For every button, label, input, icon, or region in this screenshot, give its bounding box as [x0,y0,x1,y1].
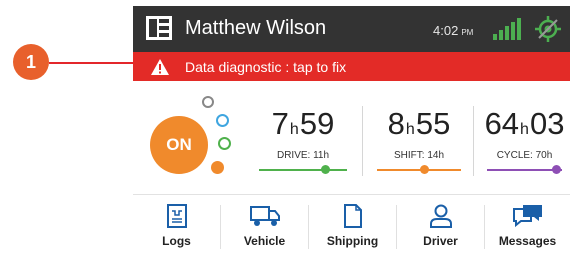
nav-messages[interactable]: Messages [485,195,570,259]
status-dot-off [202,96,214,108]
alert-text: Data diagnostic : tap to fix [185,58,347,75]
gps-location-icon[interactable] [533,14,563,44]
clock-ampm: PM [461,28,474,37]
shift-timer[interactable]: 8h55 SHIFT: 14h [369,106,469,176]
status-bar: Matthew Wilson 4:02 PM [133,6,570,52]
duty-status-button[interactable]: ON [150,116,208,174]
shift-limit-label: SHIFT: 14h [393,150,445,161]
callout-number: 1 [25,51,36,72]
diagnostic-alert-bar[interactable]: Data diagnostic : tap to fix [133,52,570,81]
nav-shipping-label: Shipping [326,234,379,248]
drive-progress-knob [321,165,331,174]
callout-pointer-line [49,62,133,64]
shift-progress-knob [420,165,430,174]
duty-status-label: ON [166,135,192,154]
logs-icon [166,204,187,228]
truck-icon [249,206,280,226]
status-dot-driving [218,137,231,150]
cycle-hours: 64 [484,106,520,141]
timer-divider [473,106,474,176]
cycle-time-value: 64h03 [479,106,570,142]
bottom-navigation: Logs Vehicle Shipping Driver Messages [133,195,570,259]
nav-messages-label: Messages [498,234,557,248]
nav-driver[interactable]: Driver [397,195,484,259]
drive-minutes: 59 [299,106,335,141]
cycle-timer[interactable]: 64h03 CYCLE: 70h [479,106,570,176]
cycle-minutes: 03 [529,106,565,141]
drive-progress-bar [259,169,347,171]
cycle-progress-bar [487,169,562,171]
status-dot-sleeper [216,114,229,127]
drive-limit-label: DRIVE: 11h [276,150,330,161]
messages-icon [512,205,542,228]
shift-progress-bar [377,169,461,171]
warning-icon [151,58,169,75]
cycle-progress-knob [551,165,561,174]
shift-hours: 8 [387,106,405,141]
drive-hours-unit: h [289,121,299,138]
clock: 4:02 PM [433,23,473,38]
nav-vehicle-label: Vehicle [243,234,286,248]
shift-minutes: 55 [415,106,451,141]
eld-device-screen: Matthew Wilson 4:02 PM Data diagnostic : … [133,6,570,259]
app-logo-icon [146,16,172,40]
person-icon [429,204,452,228]
nav-logs[interactable]: Logs [133,195,220,259]
cycle-limit-label: CYCLE: 70h [496,150,553,161]
nav-vehicle[interactable]: Vehicle [221,195,308,259]
drive-time-value: 7h59 [251,106,355,142]
timer-divider [362,106,363,176]
cycle-hours-unit: h [520,121,529,138]
signal-strength-icon [493,18,521,40]
document-icon [343,204,362,228]
shift-time-value: 8h55 [369,106,469,142]
status-dot-on [211,161,224,174]
nav-logs-label: Logs [162,234,191,248]
shift-hours-unit: h [405,121,415,138]
nav-shipping[interactable]: Shipping [309,195,396,259]
callout-number-badge: 1 [13,44,49,80]
drive-timer[interactable]: 7h59 DRIVE: 11h [251,106,355,176]
driver-name[interactable]: Matthew Wilson [185,17,326,40]
nav-driver-label: Driver [423,234,458,248]
clock-time: 4:02 [433,23,459,38]
drive-hours: 7 [271,106,289,141]
